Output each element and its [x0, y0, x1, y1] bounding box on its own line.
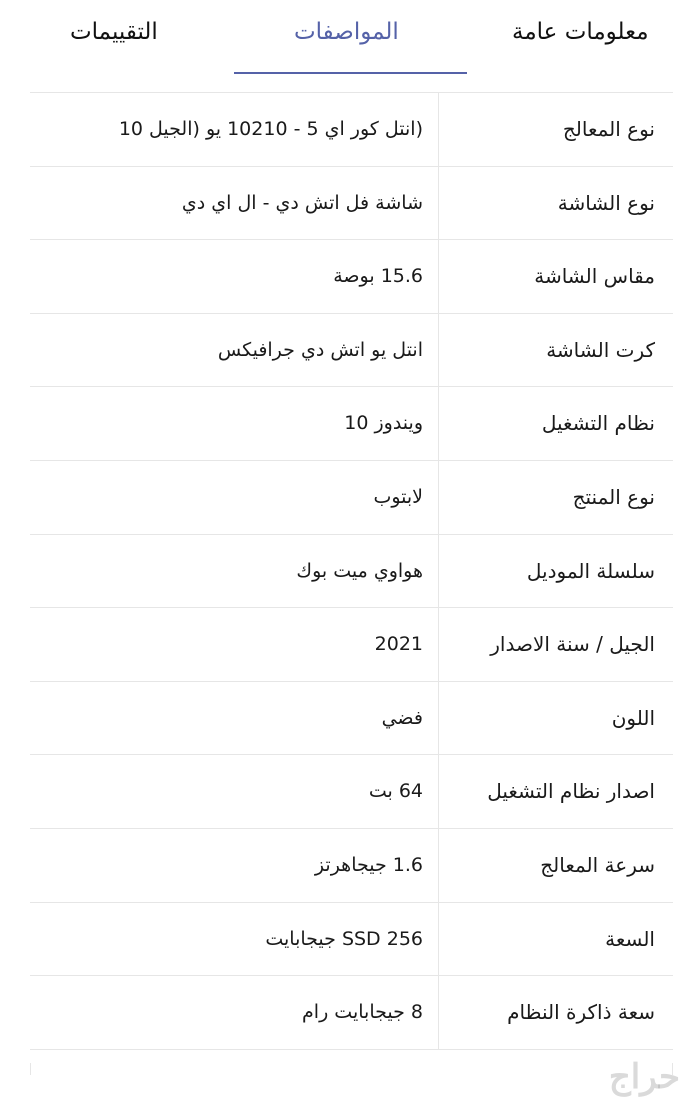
- spec-label: اصدار نظام التشغيل: [487, 779, 655, 804]
- tab-specs[interactable]: المواصفات: [294, 14, 399, 50]
- spec-row: سرعة المعالج 1.6 جيجاهرتز: [30, 828, 673, 903]
- spec-row: كرت الشاشة انتل يو اتش دي جرافيكس: [30, 313, 673, 388]
- spec-value: فضي: [381, 706, 423, 729]
- spec-label: السعة: [605, 926, 655, 951]
- spec-label: سلسلة الموديل: [526, 558, 655, 583]
- spec-label: سعة ذاكرة النظام: [507, 1000, 655, 1025]
- spec-row: اللون فضي: [30, 681, 673, 756]
- table-continuation: [30, 1063, 673, 1075]
- spec-label: اللون: [611, 705, 655, 730]
- spec-row: مقاس الشاشة 15.6 بوصة: [30, 240, 673, 314]
- column-divider: [438, 976, 439, 1049]
- column-divider: [438, 755, 439, 828]
- tab-bar: التقييمات المواصفات معلومات عامة: [0, 0, 700, 75]
- spec-value: 15.6 بوصة: [333, 265, 423, 288]
- spec-label: سرعة المعالج: [540, 852, 655, 877]
- spec-value: 2021: [374, 633, 423, 656]
- column-divider: [438, 387, 439, 460]
- spec-label: الجيل / سنة الاصدار: [490, 632, 655, 657]
- active-tab-indicator: [234, 72, 467, 74]
- spec-row: اصدار نظام التشغيل 64 بت: [30, 755, 673, 829]
- spec-value: هواوي ميت بوك: [296, 559, 423, 582]
- specifications-table: نوع المعالج (انتل كور اي 5 - 10210 يو (ال…: [30, 92, 673, 1050]
- spec-value: 64 بت: [368, 780, 423, 803]
- spec-row: نوع المعالج (انتل كور اي 5 - 10210 يو (ال…: [30, 93, 673, 167]
- spec-row: نظام التشغيل ويندوز 10: [30, 387, 673, 461]
- column-divider: [438, 828, 439, 902]
- column-divider: [438, 608, 439, 681]
- column-divider: [438, 681, 439, 755]
- spec-label: نوع المنتج: [572, 484, 655, 509]
- spec-row: نوع المنتج لابتوب: [30, 460, 673, 535]
- tab-general-info[interactable]: معلومات عامة: [512, 14, 649, 50]
- spec-value: لابتوب: [373, 485, 423, 508]
- column-divider: [438, 240, 439, 313]
- spec-value: شاشة فل اتش دي - ال اي دي: [181, 191, 423, 214]
- spec-row: سلسلة الموديل هواوي ميت بوك: [30, 534, 673, 609]
- spec-value: 1.6 جيجاهرتز: [314, 853, 423, 876]
- haraj-watermark-logo: حراج: [608, 1057, 680, 1097]
- spec-label: نظام التشغيل: [541, 411, 655, 436]
- column-divider: [438, 460, 439, 534]
- tab-reviews[interactable]: التقييمات: [70, 14, 158, 50]
- spec-label: كرت الشاشة: [546, 337, 655, 362]
- column-divider: [438, 902, 439, 976]
- column-divider: [438, 93, 439, 166]
- column-divider: [438, 166, 439, 240]
- spec-label: مقاس الشاشة: [534, 264, 655, 289]
- spec-value: انتل يو اتش دي جرافيكس: [217, 338, 423, 361]
- spec-row: الجيل / سنة الاصدار 2021: [30, 608, 673, 682]
- spec-row: نوع الشاشة شاشة فل اتش دي - ال اي دي: [30, 166, 673, 241]
- spec-row: السعة SSD 256 جيجابايت: [30, 902, 673, 977]
- column-divider: [438, 313, 439, 387]
- spec-value: (انتل كور اي 5 - 10210 يو (الجيل 10: [118, 118, 423, 140]
- column-divider: [438, 534, 439, 608]
- spec-label: نوع المعالج: [562, 117, 655, 141]
- spec-row: سعة ذاكرة النظام 8 جيجابايت رام: [30, 976, 673, 1050]
- spec-label: نوع الشاشة: [557, 190, 655, 215]
- spec-value: ويندوز 10: [344, 412, 423, 435]
- spec-value: 8 جيجابايت رام: [302, 1001, 423, 1024]
- spec-value: SSD 256 جيجابايت: [265, 927, 423, 950]
